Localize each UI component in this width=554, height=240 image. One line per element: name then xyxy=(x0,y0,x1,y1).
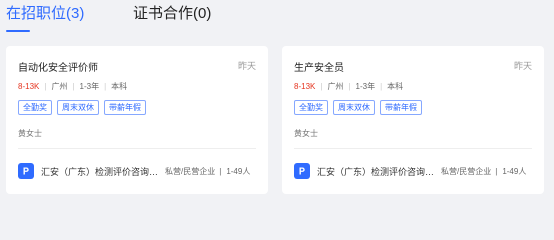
company-type: 私营/民营企业 xyxy=(441,166,492,176)
company-name[interactable]: 汇安（广东）检测评价咨询有限公司 xyxy=(317,165,437,178)
contact-person: 黄女士 xyxy=(18,129,42,138)
salary: 8-13K xyxy=(18,82,40,91)
benefit-tags: 全勤奖 周末双休 带薪年假 xyxy=(294,100,422,115)
job-meta: 8-13K | 广州 | 1-3年 | 本科 xyxy=(18,81,127,92)
job-title[interactable]: 自动化安全评价师 xyxy=(18,59,98,74)
benefit-tag: 全勤奖 xyxy=(294,100,328,115)
company-row[interactable]: 汇安（广东）检测评价咨询有限公司 私营/民营企业 | 1-49人 xyxy=(18,163,250,179)
meta-separator: | xyxy=(219,166,222,176)
active-tab-indicator xyxy=(6,30,30,32)
meta-separator: | xyxy=(72,82,75,91)
meta-separator: | xyxy=(348,82,351,91)
posted-time: 昨天 xyxy=(513,61,532,71)
experience: 1-3年 xyxy=(355,82,376,91)
job-title[interactable]: 生产安全员 xyxy=(294,59,344,74)
tab-bar: 在招职位(3) 证书合作(0) xyxy=(0,0,554,36)
education: 本科 xyxy=(387,82,404,91)
experience: 1-3年 xyxy=(79,82,100,91)
city: 广州 xyxy=(327,82,344,91)
letter-p-logo-icon xyxy=(294,163,310,179)
benefit-tag: 周末双休 xyxy=(333,100,375,115)
education: 本科 xyxy=(111,82,128,91)
benefit-tag: 带薪年假 xyxy=(380,100,422,115)
company-row[interactable]: 汇安（广东）检测评价咨询有限公司 私营/民营企业 | 1-49人 xyxy=(294,163,526,179)
tab-certificate-cooperation[interactable]: 证书合作(0) xyxy=(133,4,211,24)
card-divider xyxy=(294,148,532,149)
tab-open-positions[interactable]: 在招职位(3) xyxy=(6,4,84,24)
company-size: 1-49人 xyxy=(226,166,251,176)
company-name[interactable]: 汇安（广东）检测评价咨询有限公司 xyxy=(41,165,161,178)
company-size: 1-49人 xyxy=(502,166,527,176)
meta-separator: | xyxy=(320,82,323,91)
posted-time: 昨天 xyxy=(237,61,256,71)
meta-separator: | xyxy=(495,166,498,176)
job-meta: 8-13K | 广州 | 1-3年 | 本科 xyxy=(294,81,403,92)
benefit-tag: 周末双休 xyxy=(57,100,99,115)
meta-separator: | xyxy=(104,82,107,91)
meta-separator: | xyxy=(380,82,383,91)
meta-separator: | xyxy=(44,82,47,91)
letter-p-logo-icon xyxy=(18,163,34,179)
city: 广州 xyxy=(51,82,68,91)
benefit-tags: 全勤奖 周末双休 带薪年假 xyxy=(18,100,146,115)
contact-person: 黄女士 xyxy=(294,129,318,138)
job-card[interactable]: 生产安全员 昨天 8-13K | 广州 | 1-3年 | 本科 全勤奖 周末双休 带薪年假 … xyxy=(282,46,544,194)
company-type: 私营/民营企业 xyxy=(165,166,216,176)
benefit-tag: 带薪年假 xyxy=(104,100,146,115)
card-divider xyxy=(18,148,256,149)
salary: 8-13K xyxy=(294,82,316,91)
benefit-tag: 全勤奖 xyxy=(18,100,52,115)
job-card[interactable]: 自动化安全评价师 昨天 8-13K | 广州 | 1-3年 | 本科 全勤奖 周末双休 带薪… xyxy=(6,46,268,194)
